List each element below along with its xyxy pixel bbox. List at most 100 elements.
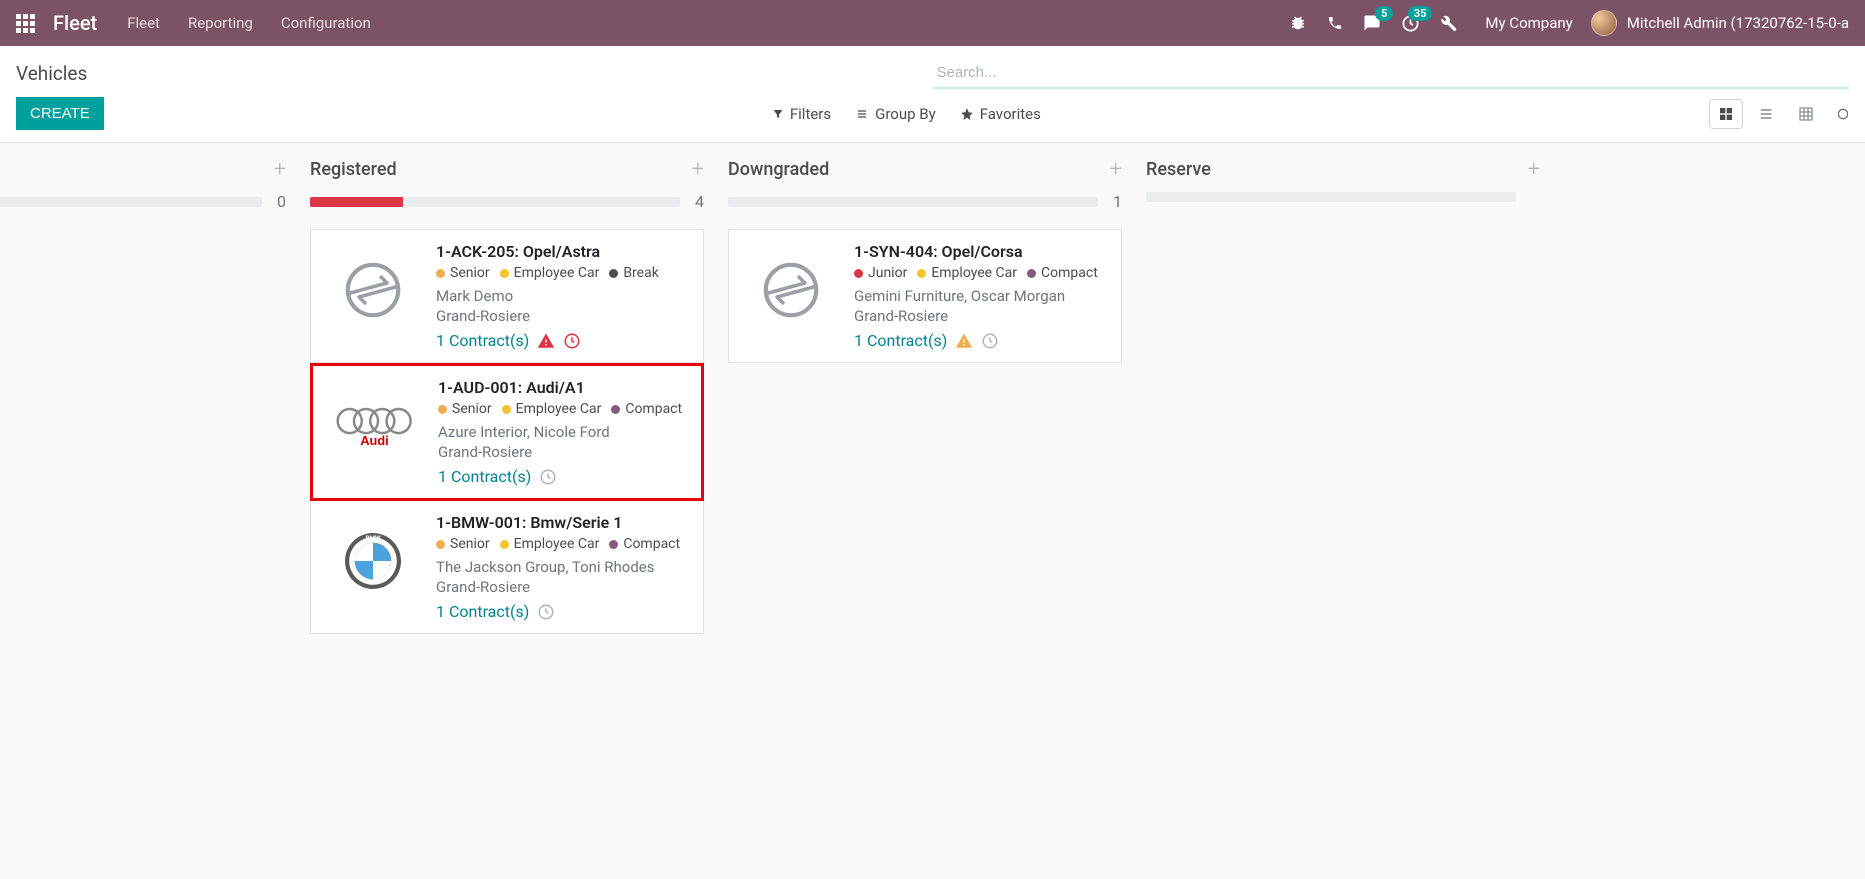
kanban-icon [1718,106,1734,122]
kanban-column: Registered +4 1-ACK-205: Opel/Astra Senior E… [298,143,716,862]
vehicle-location: Grand-Rosiere [436,578,689,596]
contracts-link[interactable]: 1 Contract(s) [436,331,529,350]
view-list[interactable] [1749,99,1783,129]
warning-icon [955,332,973,350]
vehicle-logo: BMW [325,513,420,608]
search-options: Filters Group By Favorites [772,105,1041,123]
svg-text:Audi: Audi [360,433,388,448]
view-switcher [1709,99,1849,129]
clock-icon [981,332,999,350]
filter-icon [772,108,784,120]
kanban-column: rdered+0 [0,143,298,862]
view-grid[interactable] [1789,99,1823,129]
activities-badge: 35 [1408,6,1433,21]
vehicle-location: Grand-Rosiere [436,307,689,325]
column-title[interactable]: Downgraded [728,159,829,180]
favorites-button[interactable]: Favorites [960,105,1041,123]
column-progress-bar [728,197,1098,207]
tag: Senior [436,536,490,552]
column-progress-bar [1146,192,1516,202]
create-button[interactable]: CREATE [16,97,104,130]
tag: Break [609,265,658,281]
nav-configuration[interactable]: Configuration [281,14,371,32]
vehicle-driver: Gemini Furniture, Oscar Morgan [854,287,1107,305]
column-count: 1 [1108,192,1122,211]
vehicle-driver: Mark Demo [436,287,689,305]
view-kanban[interactable] [1709,99,1743,129]
contracts-link[interactable]: 1 Contract(s) [438,467,531,486]
view-more[interactable] [1829,99,1849,129]
column-progress-bar [0,197,262,207]
tag: Junior [854,265,907,281]
avatar [1591,10,1617,36]
column-add-button[interactable]: + [1110,157,1122,182]
search-input[interactable] [933,58,1850,89]
list-icon [855,108,869,120]
star-icon [960,107,974,121]
control-panel: Vehicles CREATE Filters Group By Favorit… [0,46,1865,143]
phone-icon[interactable] [1327,15,1343,31]
vehicle-title: 1-BMW-001: Bmw/Serie 1 [436,513,689,532]
list-view-icon [1758,106,1774,122]
grid-icon [1798,106,1814,122]
tag: Compact [609,536,680,552]
column-title[interactable]: Reserve [1146,159,1211,180]
more-icon [1838,106,1848,122]
filters-button[interactable]: Filters [772,105,831,123]
vehicle-location: Grand-Rosiere [854,307,1107,325]
bug-icon[interactable] [1289,14,1307,32]
tag: Employee Car [917,265,1017,281]
tools-icon[interactable] [1440,15,1457,32]
kanban-column: Downgraded +1 1-SYN-404: Opel/Corsa Junior E… [716,143,1134,862]
user-menu[interactable]: Mitchell Admin (17320762-15-0-a [1591,10,1849,36]
vehicle-card[interactable]: 1-ACK-205: Opel/Astra Senior Employee Car B… [310,229,704,363]
messages-icon[interactable]: 5 [1363,14,1381,32]
column-add-button[interactable]: + [692,157,704,182]
tag: Senior [438,401,492,417]
tag: Senior [436,265,490,281]
clock-icon [563,332,581,350]
clock-icon [539,468,557,486]
nav-reporting[interactable]: Reporting [188,14,253,32]
vehicle-location: Grand-Rosiere [438,443,687,461]
column-title[interactable]: Registered [310,159,397,180]
tag: Employee Car [502,401,602,417]
vehicle-logo [325,242,420,337]
nav-fleet[interactable]: Fleet [127,14,160,32]
column-progress-bar [310,197,680,207]
user-name: Mitchell Admin (17320762-15-0-a [1627,14,1849,32]
kanban-column: Reserve + [1134,143,1552,862]
vehicle-logo: Audi [327,378,422,473]
vehicle-driver: Azure Interior, Nicole Ford [438,423,687,441]
vehicle-title: 1-SYN-404: Opel/Corsa [854,242,1107,261]
clock-icon [537,603,555,621]
company-selector[interactable]: My Company [1485,14,1572,32]
vehicle-card[interactable]: BMW 1-BMW-001: Bmw/Serie 1 Senior Employee … [310,501,704,634]
vehicle-driver: The Jackson Group, Toni Rhodes [436,558,689,576]
activities-icon[interactable]: 35 [1401,14,1420,33]
app-brand[interactable]: Fleet [53,11,97,35]
svg-text:BMW: BMW [365,534,381,542]
vehicle-logo [743,242,838,337]
kanban-board: rdered+0 Registered +4 1-ACK-205: Opel/Astr… [0,143,1865,862]
top-navbar: Fleet Fleet Reporting Configuration 5 35… [0,0,1865,46]
messages-badge: 5 [1375,6,1393,21]
contracts-link[interactable]: 1 Contract(s) [854,331,947,350]
column-add-button[interactable]: + [274,157,286,182]
vehicle-card[interactable]: Audi 1-AUD-001: Audi/A1 Senior Employee Car… [310,363,704,501]
warning-icon [537,332,555,350]
tag: Employee Car [500,265,600,281]
vehicle-title: 1-ACK-205: Opel/Astra [436,242,689,261]
apps-icon[interactable] [16,14,35,33]
tag: Compact [611,401,682,417]
vehicle-title: 1-AUD-001: Audi/A1 [438,378,687,397]
page-title: Vehicles [16,62,87,85]
contracts-link[interactable]: 1 Contract(s) [436,602,529,621]
groupby-button[interactable]: Group By [855,105,936,123]
column-count: 4 [690,192,704,211]
tag: Compact [1027,265,1098,281]
column-add-button[interactable]: + [1528,157,1540,182]
tag: Employee Car [500,536,600,552]
column-count: 0 [272,192,286,211]
vehicle-card[interactable]: 1-SYN-404: Opel/Corsa Junior Employee Car C… [728,229,1122,363]
